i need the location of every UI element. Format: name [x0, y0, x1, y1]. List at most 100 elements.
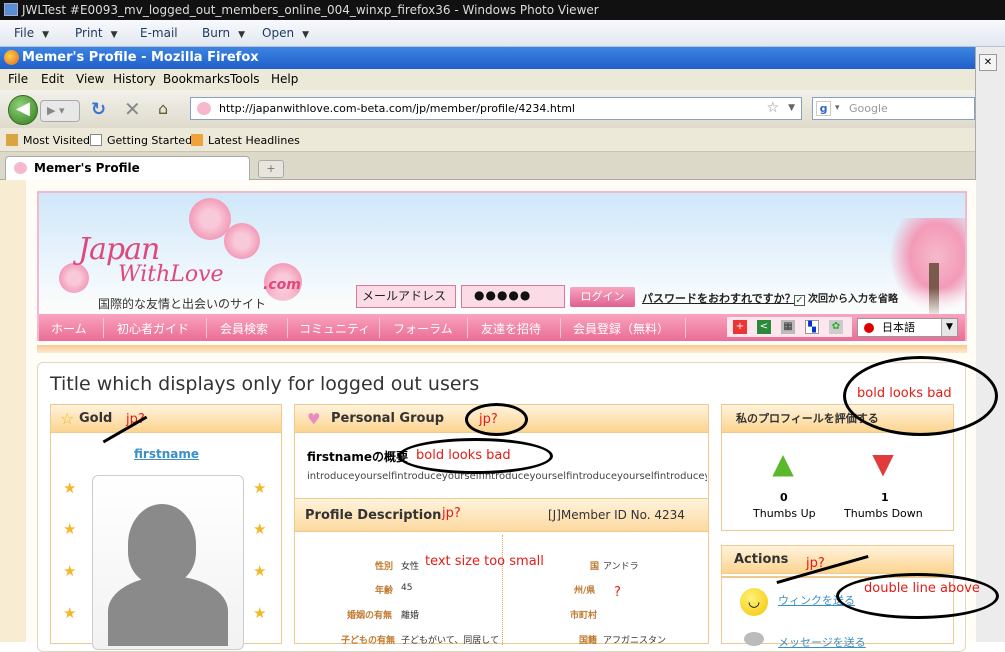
most-visited-icon [6, 134, 18, 146]
send-message-link[interactable]: メッセージを送る [778, 634, 866, 650]
field-label-nationality: 国籍 [579, 636, 598, 646]
nav-beginner-guide[interactable]: 初心者ガイド [117, 320, 189, 336]
field-label-age: 年齢 [375, 586, 394, 596]
rss-icon [191, 134, 203, 146]
social-icon[interactable]: ✿ [829, 320, 843, 334]
description-heading: Profile Description [305, 508, 442, 523]
window-close-button[interactable]: ✕ [979, 54, 997, 71]
bookmark-most-visited[interactable]: Most Visited [6, 134, 90, 147]
blossom-decoration [224, 223, 260, 259]
password-field[interactable]: ●●●●● [461, 285, 565, 308]
menu-history[interactable]: History [113, 72, 156, 86]
url-bar[interactable]: http://japanwithlove.com-beta.com/jp/mem… [190, 97, 802, 120]
bookmark-star-icon[interactable]: ☆ [766, 98, 779, 119]
login-button[interactable]: ログイン [570, 287, 635, 307]
menu-file[interactable]: File [8, 72, 28, 86]
menu-tools[interactable]: Tools [230, 72, 260, 86]
star-icon: ★ [253, 520, 267, 538]
field-value-children: 子どもがいて、同居して [401, 636, 500, 646]
google-icon[interactable]: g [816, 101, 831, 116]
search-box[interactable]: g ▾ Google [812, 97, 975, 120]
annotation-text-small: text size too small [425, 554, 544, 569]
annotation-question: ? [614, 585, 621, 600]
firefox-window-title: Memer's Profile - Mozilla Firefox [22, 50, 259, 65]
pv-menu-email[interactable]: E-mail [140, 26, 178, 40]
heart-icon: ♥ [307, 410, 321, 428]
share-icon[interactable]: < [757, 320, 771, 334]
star-icon: ★ [253, 604, 267, 622]
japan-flag-icon [864, 323, 874, 333]
thumbs-down-label: Thumbs Down [844, 507, 923, 520]
field-label-marital: 婚姻の有無 [347, 611, 393, 621]
annotation-ellipse [836, 573, 999, 619]
menu-help[interactable]: Help [271, 72, 298, 86]
description-header: Profile Description [J]Member ID No. 423… [295, 498, 708, 532]
pv-menu-burn[interactable]: Burn ▼ [202, 26, 245, 40]
search-engine-dropdown-icon[interactable]: ▾ [835, 98, 840, 119]
field-label-gender: 性別 [375, 562, 394, 572]
star-icon: ★ [63, 479, 77, 497]
thumbs-down-count: 1 [881, 491, 889, 504]
site-tagline: 国際的な友情と出会いのサイト [98, 297, 267, 311]
back-button[interactable]: ◀ [8, 95, 38, 125]
forgot-password-link[interactable]: パスワードをおわすれですか？ [642, 290, 796, 306]
intro-text: introduceyourselfintroduceyourselfintrod… [307, 471, 707, 482]
member-id: [J]Member ID No. 4234 [548, 508, 685, 522]
stop-icon[interactable]: ✕ [124, 97, 141, 121]
annotation-ellipse [398, 438, 553, 474]
annotation-desc-jp: jp? [442, 506, 461, 521]
photo-viewer-menu: File ▼ Print ▼ E-mail Burn ▼ Open ▼ [0, 20, 1005, 47]
thumbs-up-icon[interactable]: ▲ [766, 447, 800, 481]
personal-heading: Personal Group [331, 411, 445, 426]
site-favicon [197, 102, 211, 115]
menu-bookmarks[interactable]: Bookmarks [163, 72, 230, 86]
nav-invite-friends[interactable]: 友達を招待 [481, 320, 541, 336]
wink-smiley-icon: ◡ [740, 588, 768, 616]
page-title: Title which displays only for logged out… [50, 373, 480, 395]
tab-memers-profile[interactable]: Memer's Profile [5, 156, 250, 180]
new-tab-button[interactable]: + [258, 160, 284, 178]
avatar[interactable] [92, 475, 244, 650]
nav-register[interactable]: 会員登録（無料） [573, 320, 669, 336]
email-field[interactable]: メールアドレス [356, 285, 456, 308]
bookmark-getting-started[interactable]: Getting Started [90, 134, 192, 147]
annotation-ellipse [843, 356, 998, 436]
nav-community[interactable]: コミュニティ [299, 320, 370, 336]
field-label-country: 国 [590, 562, 600, 572]
photo-viewer-title-bar: JWLTest #E0093_mv_logged_out_members_onl… [0, 0, 1005, 20]
gold-panel-header: ☆ Gold [51, 405, 281, 433]
menu-edit[interactable]: Edit [41, 72, 64, 86]
nav-home[interactable]: ホーム [51, 320, 87, 336]
nav-forum[interactable]: フォーラム [393, 320, 453, 336]
tab-bar: Memer's Profile + [0, 152, 975, 180]
thumbs-down-icon[interactable]: ▼ [866, 447, 900, 481]
firefox-menu-bar: File Edit View History Bookmarks Tools H… [0, 69, 975, 90]
username-link[interactable]: firstname [134, 447, 199, 461]
forward-button[interactable]: ▶ ▾ [40, 100, 80, 122]
pv-menu-print[interactable]: Print ▼ [75, 26, 118, 40]
gold-panel: ☆ Gold firstname ★ ★ ★ ★ ★ ★ ★ ★ [50, 404, 282, 650]
home-icon[interactable]: ⌂ [158, 99, 178, 118]
bookmarks-toolbar: Most Visited Getting Started Latest Head… [0, 128, 975, 152]
url-text: http://japanwithlove.com-beta.com/jp/mem… [219, 102, 575, 115]
pv-menu-open[interactable]: Open ▼ [262, 26, 309, 40]
overview-title: firstnameの概要 [307, 450, 408, 464]
site-logo-line2[interactable]: WithLove [118, 262, 224, 287]
share-icons: + < ▦ ▚ ✿ [727, 317, 852, 337]
remember-me-checkbox[interactable]: ✓ 次回から入力を省略 [794, 290, 898, 306]
pv-menu-file[interactable]: File ▼ [14, 26, 49, 40]
firefox-icon [4, 50, 19, 65]
checkbox-checked-icon: ✓ [794, 295, 805, 306]
bookmark-share-icon[interactable]: ▦ [781, 320, 795, 334]
firefox-title-bar: Memer's Profile - Mozilla Firefox [0, 47, 975, 69]
reload-icon[interactable]: ↻ [91, 99, 106, 120]
menu-view[interactable]: View [76, 72, 104, 86]
field-value-age: 45 [401, 583, 413, 593]
delicious-icon[interactable]: ▚ [805, 320, 819, 334]
star-icon: ★ [63, 520, 77, 538]
bookmark-latest-headlines[interactable]: Latest Headlines [191, 134, 300, 147]
add-icon[interactable]: + [733, 320, 747, 334]
nav-member-search[interactable]: 会員検索 [220, 320, 268, 336]
url-dropdown-icon[interactable]: ▼ [788, 98, 795, 119]
language-select[interactable]: 日本語 ▼ [857, 318, 958, 337]
